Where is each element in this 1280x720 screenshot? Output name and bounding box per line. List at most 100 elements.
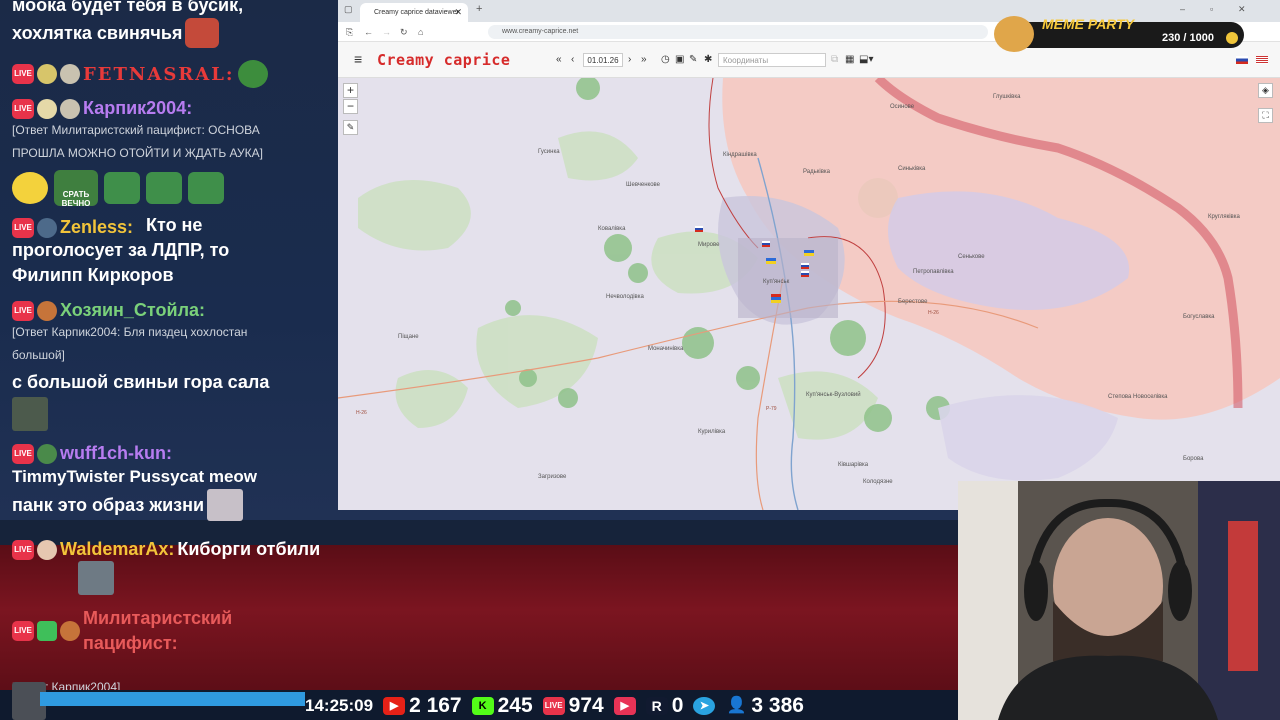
- chat-nick[interactable]: Карпик2004:: [83, 98, 192, 119]
- coordinates-input[interactable]: Координаты: [718, 53, 826, 67]
- doge-icon: [994, 16, 1034, 52]
- browser-window: ▢ Creamy caprice dataviewer ✕ + – ▫ ✕ ⎘ …: [338, 0, 1280, 510]
- hamburger-menu-icon[interactable]: ≡: [354, 51, 362, 67]
- zoom-out-button[interactable]: −: [343, 99, 358, 114]
- map-label: Загризове: [538, 474, 567, 480]
- vk-live-icon: LIVE: [542, 697, 565, 715]
- chat-message: LIVE FETNASRAL:: [12, 60, 330, 88]
- sidebar-toggle-icon[interactable]: ▢: [344, 4, 353, 15]
- beer-badge-icon: [37, 98, 57, 119]
- image-thumbnail: [207, 489, 244, 521]
- viewers-icon: 👤: [726, 697, 747, 714]
- viewers-stat: 👤 3 386: [725, 694, 804, 718]
- map-label: Ківшарівка: [838, 462, 869, 468]
- chat-nick[interactable]: wuff1ch-kun:: [60, 443, 172, 464]
- photo-icon[interactable]: ▣: [675, 54, 684, 65]
- reload-icon[interactable]: ↻: [400, 27, 408, 38]
- kick-icon: K: [471, 697, 494, 715]
- pepe-heart-emote-icon: [146, 172, 182, 204]
- live-badge-icon: LIVE: [12, 443, 34, 464]
- clock: 14:25:09: [305, 696, 374, 715]
- chat-message: LIVE Хозяин_Стойла: [Ответ Карпик2004: Б…: [12, 300, 330, 436]
- emote-image: [185, 18, 220, 48]
- map-label: Осинове: [890, 104, 915, 110]
- last-date-icon[interactable]: »: [641, 54, 647, 65]
- forward-icon[interactable]: →: [382, 27, 391, 37]
- chat-reply-text: [Ответ Милитаристский пацифист: ОСНОВА П…: [12, 123, 263, 160]
- chat-text: панк это образ жизни: [12, 494, 205, 515]
- image-thumbnail: [12, 397, 48, 431]
- home-icon[interactable]: ⌂: [418, 27, 423, 37]
- chat-message: LIVE Карпик2004: [Ответ Милитаристский п…: [12, 98, 330, 165]
- map-view[interactable]: Куп'янськ Куп'янськ-Вузловий Петропавлів…: [338, 78, 1280, 510]
- coin-icon: [1226, 32, 1238, 44]
- english-flag-icon[interactable]: [1256, 56, 1268, 64]
- stream-chat: моока будет тебя в бусик, хохлятка свиня…: [0, 0, 336, 690]
- grid-icon[interactable]: ▦: [845, 54, 854, 65]
- fullscreen-icon[interactable]: ⛶: [1258, 108, 1273, 123]
- minimize-icon[interactable]: –: [1180, 4, 1185, 14]
- close-tab-icon[interactable]: ✕: [454, 7, 462, 18]
- rutube-stat: R 0: [645, 694, 683, 718]
- chat-nick[interactable]: Милитаристский пацифист:: [83, 606, 323, 656]
- first-date-icon[interactable]: «: [556, 54, 562, 65]
- history-icon[interactable]: ◷: [661, 54, 670, 65]
- map-label: Петропавлівка: [913, 269, 954, 275]
- chat-message: моока будет тебя в бусик, хохлятка свиня…: [12, 0, 330, 48]
- chat-nick[interactable]: Zenless:: [60, 217, 133, 238]
- copy-icon[interactable]: ⧉: [831, 54, 838, 65]
- browser-tab[interactable]: Creamy caprice dataviewer ✕: [360, 3, 468, 22]
- settings-icon[interactable]: ✱: [704, 54, 712, 65]
- vk-count: 974: [568, 694, 604, 717]
- emote-caption: СРАТЬ ВЕЧНО: [61, 190, 91, 208]
- next-date-icon[interactable]: ›: [628, 54, 631, 65]
- live-badge-icon: LIVE: [12, 621, 34, 641]
- map-label: Сенькове: [958, 254, 985, 260]
- pepe-heart-emote-icon: [188, 172, 224, 204]
- back-icon[interactable]: ←: [364, 27, 373, 37]
- youtube-icon: ▶: [383, 697, 406, 715]
- chat-message: LIVE WaldemarAx: Киборги отбили: [12, 537, 330, 595]
- stream-progress-bar: [40, 692, 305, 706]
- tab-title: Creamy caprice dataviewer: [374, 9, 459, 16]
- chat-nick[interactable]: WaldemarAx:: [60, 539, 174, 560]
- chat-text: с большой свиньи гора сала: [12, 372, 270, 392]
- trophy-badge-icon: [37, 64, 57, 84]
- chat-nick[interactable]: Хозяин_Стойла:: [60, 300, 205, 321]
- url-field[interactable]: www.creamy-caprice.net: [488, 25, 988, 39]
- meme-party-widget: MEME PARTY 230 / 1000: [994, 16, 1246, 52]
- kick-stat: K 245: [471, 694, 533, 718]
- map-label: Кіндрашівка: [723, 152, 757, 158]
- kick-count: 245: [497, 694, 533, 717]
- unit-dropdown-icon[interactable]: ⬓▾: [859, 54, 873, 65]
- globe-badge-icon: [37, 217, 57, 238]
- emote-image: СРАТЬ ВЕЧНО: [54, 170, 98, 208]
- road-label: P-79: [766, 406, 777, 412]
- chat-nick[interactable]: FETNASRAL:: [83, 64, 235, 85]
- chat-message: LIVE Zenless: Кто не проголосует за ЛДПР…: [12, 215, 330, 288]
- emote-image: [12, 172, 48, 204]
- map-canvas[interactable]: Куп'янськ Куп'янськ-Вузловий Петропавлів…: [338, 78, 1280, 510]
- tools-icon[interactable]: ✎: [689, 54, 697, 65]
- maximize-icon[interactable]: ▫: [1210, 4, 1213, 14]
- measure-ruler-icon[interactable]: ✎: [343, 120, 358, 135]
- new-tab-icon[interactable]: +: [476, 3, 482, 15]
- date-field[interactable]: 01.01.26: [583, 53, 623, 67]
- prev-date-icon[interactable]: ‹: [571, 54, 574, 65]
- layers-icon[interactable]: ◈: [1258, 83, 1273, 98]
- webcam-image: [958, 481, 1280, 720]
- close-window-icon[interactable]: ✕: [1238, 4, 1246, 15]
- live-badge-icon: LIVE: [12, 98, 34, 119]
- chat-text: TimmyTwister Pussycat meow: [12, 467, 258, 486]
- live-badge-icon: LIVE: [12, 300, 34, 321]
- tab-actions-icon[interactable]: ⎘: [346, 27, 353, 38]
- stream-stats-bar: 14:25:09 ▶ 2 167 K 245 LIVE 974 ▶ R 0 ➤ …: [305, 693, 905, 719]
- live-badge-icon: LIVE: [12, 64, 34, 84]
- zoom-in-button[interactable]: +: [343, 83, 358, 98]
- live-badge-icon: LIVE: [12, 217, 34, 238]
- road-label: H-26: [356, 410, 367, 416]
- play-icon: ▶: [613, 697, 636, 715]
- meme-party-count: 230 / 1000: [1162, 32, 1214, 44]
- map-label: Курилівка: [698, 429, 726, 435]
- russian-flag-icon[interactable]: [1236, 56, 1248, 64]
